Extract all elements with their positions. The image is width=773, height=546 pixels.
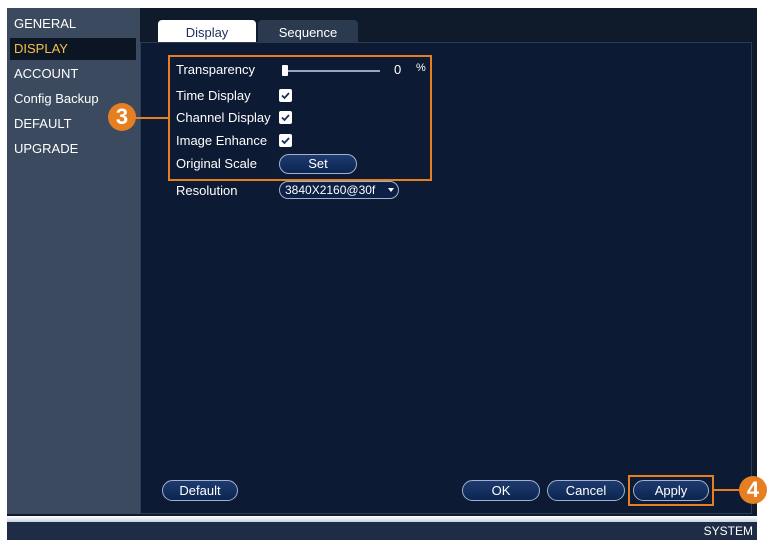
sidebar-item-upgrade[interactable]: UPGRADE [14, 138, 78, 160]
default-button[interactable]: Default [162, 480, 238, 501]
system-label: SYSTEM [703, 524, 753, 538]
apply-highlight-box [628, 475, 714, 506]
status-bar: SYSTEM [7, 516, 757, 540]
resolution-value: 3840X2160@30f [285, 183, 376, 197]
callout-4-line [714, 489, 739, 491]
sidebar-item-config-backup[interactable]: Config Backup [14, 88, 99, 110]
resolution-select[interactable]: 3840X2160@30f [279, 181, 399, 199]
chevron-down-icon [388, 188, 394, 192]
settings-highlight-box [168, 55, 432, 181]
ok-button[interactable]: OK [462, 480, 540, 501]
resolution-label: Resolution [176, 183, 238, 198]
callout-4-badge: 4 [739, 476, 767, 504]
cancel-button[interactable]: Cancel [547, 480, 625, 501]
sidebar-item-account[interactable]: ACCOUNT [14, 63, 78, 85]
callout-3-badge: 3 [108, 103, 136, 131]
sidebar-item-display[interactable]: DISPLAY [10, 38, 136, 60]
sidebar-item-default[interactable]: DEFAULT [14, 113, 72, 135]
status-bar-strip [7, 516, 757, 522]
sidebar-item-general[interactable]: GENERAL [14, 13, 76, 35]
